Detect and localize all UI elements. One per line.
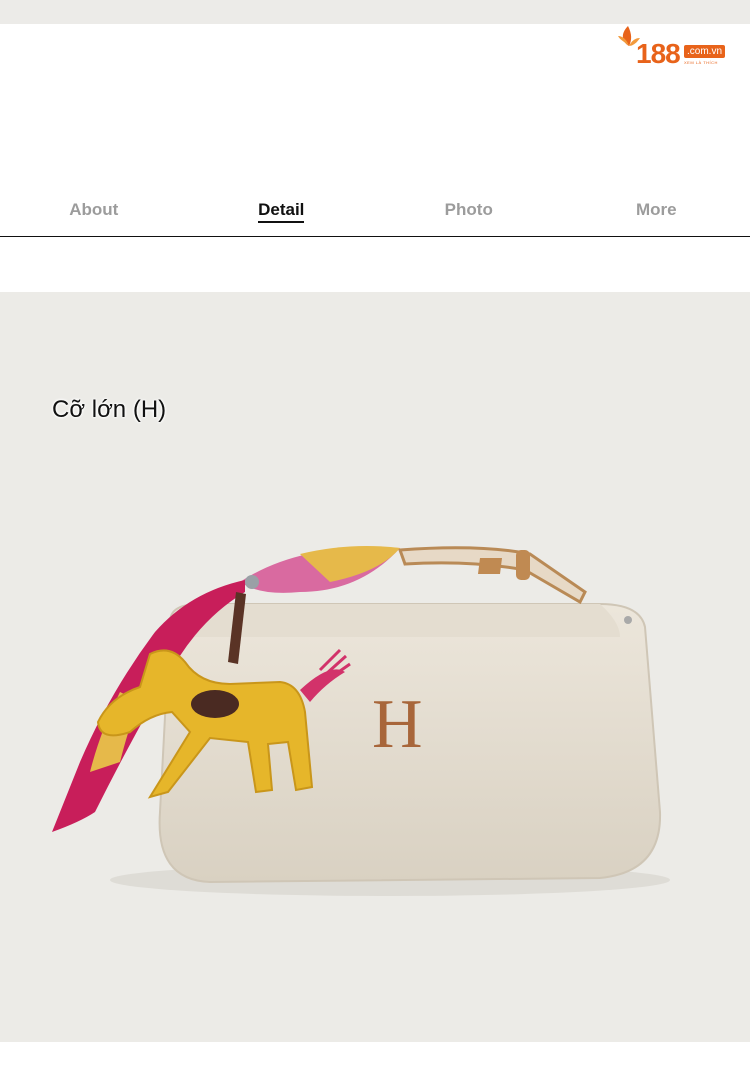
handbag-illustration: H xyxy=(52,546,670,896)
logo-domain: .com.vn xyxy=(684,45,726,58)
page-bottom-strip xyxy=(0,1042,750,1084)
top-strip xyxy=(0,0,750,24)
h-emblem: H xyxy=(372,686,423,763)
logo-tagline: XEM LÀ THÍCH xyxy=(684,60,718,65)
tab-label: Detail xyxy=(258,200,305,223)
tab-more[interactable]: More xyxy=(563,190,750,236)
tab-label: About xyxy=(69,200,119,219)
product-image: Cỡ lớn (H) H xyxy=(0,292,750,1042)
site-logo[interactable]: 188 .com.vn XEM LÀ THÍCH xyxy=(618,24,730,70)
section-tabs: About Detail Photo More xyxy=(0,190,750,237)
tab-label: Photo xyxy=(444,200,493,219)
tab-detail[interactable]: Detail xyxy=(188,190,376,236)
tab-label: More xyxy=(635,200,677,219)
logo-number: 188 xyxy=(636,38,681,69)
tab-photo[interactable]: Photo xyxy=(375,190,563,236)
bag-handle xyxy=(397,546,587,605)
tab-about[interactable]: About xyxy=(0,190,188,236)
